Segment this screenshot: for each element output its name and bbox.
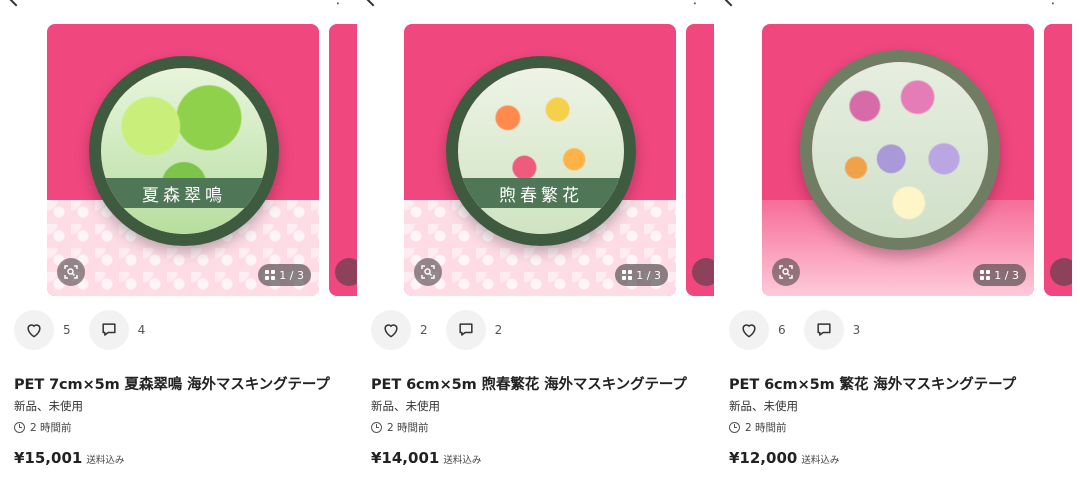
price-row: ¥12,000 送料込み bbox=[729, 449, 839, 467]
tape-label: 煦春繁花 bbox=[458, 178, 624, 208]
image-search-icon[interactable] bbox=[57, 258, 85, 286]
product-condition: 新品、未使用 bbox=[371, 399, 440, 413]
comment-button[interactable] bbox=[803, 310, 844, 350]
price: ¥15,001 bbox=[14, 449, 83, 467]
card-topbar: ⋮ bbox=[715, 0, 1072, 8]
like-button[interactable] bbox=[371, 310, 411, 350]
product-title[interactable]: PET 7cm×5m 夏森翠鳴 海外マスキングテープ bbox=[14, 373, 357, 394]
comment-count: 2 bbox=[494, 323, 503, 337]
action-row: 2 2 bbox=[371, 310, 520, 350]
posted-time: 2 時間前 bbox=[729, 420, 787, 435]
tape-roll-image: 夏森翠鳴 bbox=[89, 56, 279, 246]
action-row: 6 3 bbox=[729, 310, 878, 350]
comment-count: 4 bbox=[137, 323, 146, 337]
product-image[interactable]: 煦春繁花 1 / 3 bbox=[404, 24, 676, 296]
like-button[interactable] bbox=[729, 310, 769, 350]
posted-time: 2 時間前 bbox=[14, 420, 72, 435]
comment-icon bbox=[459, 323, 473, 336]
price: ¥12,000 bbox=[729, 449, 798, 467]
like-count: 5 bbox=[63, 323, 71, 337]
clock-icon bbox=[371, 422, 382, 433]
product-condition: 新品、未使用 bbox=[14, 399, 83, 413]
product-title[interactable]: PET 6cm×5m 煦春繁花 海外マスキングテープ bbox=[371, 373, 714, 394]
product-card[interactable]: ⋮ 1 / 3 6 3 PET 6cm×5m 繁花 海外マス bbox=[715, 0, 1072, 486]
posted-time-text: 2 時間前 bbox=[387, 422, 429, 434]
image-carousel[interactable]: 煦春繁花 1 / 3 bbox=[404, 24, 714, 296]
more-vertical-icon[interactable]: ⋮ bbox=[1046, 0, 1060, 6]
posted-time-text: 2 時間前 bbox=[30, 422, 72, 434]
shipping-label: 送料込み bbox=[801, 455, 840, 466]
image-search-icon bbox=[1050, 258, 1072, 286]
price: ¥14,001 bbox=[371, 449, 440, 467]
tape-label: 夏森翠鳴 bbox=[101, 178, 267, 208]
page-indicator: 1 / 3 bbox=[615, 264, 668, 286]
like-count: 6 bbox=[778, 323, 786, 337]
image-search-icon bbox=[335, 258, 357, 286]
more-vertical-icon[interactable]: ⋮ bbox=[331, 0, 345, 6]
image-search-icon[interactable] bbox=[414, 258, 442, 286]
page-indicator-text: 1 / 3 bbox=[994, 268, 1019, 282]
image-search-icon[interactable] bbox=[772, 258, 800, 286]
price-row: ¥14,001 送料込み bbox=[371, 449, 481, 467]
page-indicator-text: 1 / 3 bbox=[279, 268, 304, 282]
clock-icon bbox=[14, 422, 25, 433]
card-topbar: ⋮ bbox=[357, 0, 714, 8]
heart-icon bbox=[742, 324, 756, 338]
card-topbar: ⋮ bbox=[0, 0, 357, 8]
action-row: 5 4 bbox=[14, 310, 163, 350]
tape-roll-image: 煦春繁花 bbox=[446, 56, 636, 246]
chevron-left-icon[interactable] bbox=[364, 0, 382, 7]
page-indicator-text: 1 / 3 bbox=[636, 268, 661, 282]
comment-icon bbox=[102, 323, 116, 336]
comment-count: 3 bbox=[852, 323, 861, 337]
next-image-preview[interactable] bbox=[329, 24, 357, 296]
comment-button[interactable] bbox=[445, 310, 486, 350]
product-title[interactable]: PET 6cm×5m 繁花 海外マスキングテープ bbox=[729, 373, 1072, 394]
grid-icon bbox=[980, 270, 991, 280]
chevron-left-icon[interactable] bbox=[722, 0, 740, 7]
product-image[interactable]: 夏森翠鳴 1 / 3 bbox=[47, 24, 319, 296]
tape-roll-image bbox=[800, 50, 1000, 250]
clock-icon bbox=[729, 422, 740, 433]
grid-icon bbox=[622, 270, 633, 280]
grid-icon bbox=[265, 270, 276, 280]
heart-icon bbox=[27, 324, 41, 338]
price-row: ¥15,001 送料込み bbox=[14, 449, 124, 467]
chevron-left-icon[interactable] bbox=[7, 0, 25, 7]
next-image-preview[interactable] bbox=[686, 24, 714, 296]
page-indicator: 1 / 3 bbox=[973, 264, 1026, 286]
product-card[interactable]: ⋮ 煦春繁花 1 / 3 2 2 PET 6 bbox=[357, 0, 714, 486]
image-carousel[interactable]: 夏森翠鳴 1 / 3 bbox=[47, 24, 357, 296]
comment-button[interactable] bbox=[88, 310, 129, 350]
next-image-preview[interactable] bbox=[1044, 24, 1072, 296]
shipping-label: 送料込み bbox=[86, 455, 125, 466]
product-card[interactable]: ⋮ 夏森翠鳴 1 / 3 5 4 PET 7 bbox=[0, 0, 357, 486]
more-vertical-icon[interactable]: ⋮ bbox=[688, 0, 702, 6]
posted-time-text: 2 時間前 bbox=[745, 422, 787, 434]
comment-icon bbox=[817, 323, 831, 336]
image-search-icon bbox=[692, 258, 714, 286]
posted-time: 2 時間前 bbox=[371, 420, 429, 435]
shipping-label: 送料込み bbox=[443, 455, 482, 466]
page-indicator: 1 / 3 bbox=[258, 264, 311, 286]
heart-icon bbox=[384, 324, 398, 338]
product-condition: 新品、未使用 bbox=[729, 399, 798, 413]
image-carousel[interactable]: 1 / 3 bbox=[762, 24, 1072, 296]
product-image[interactable]: 1 / 3 bbox=[762, 24, 1034, 296]
like-count: 2 bbox=[420, 323, 428, 337]
like-button[interactable] bbox=[14, 310, 54, 350]
